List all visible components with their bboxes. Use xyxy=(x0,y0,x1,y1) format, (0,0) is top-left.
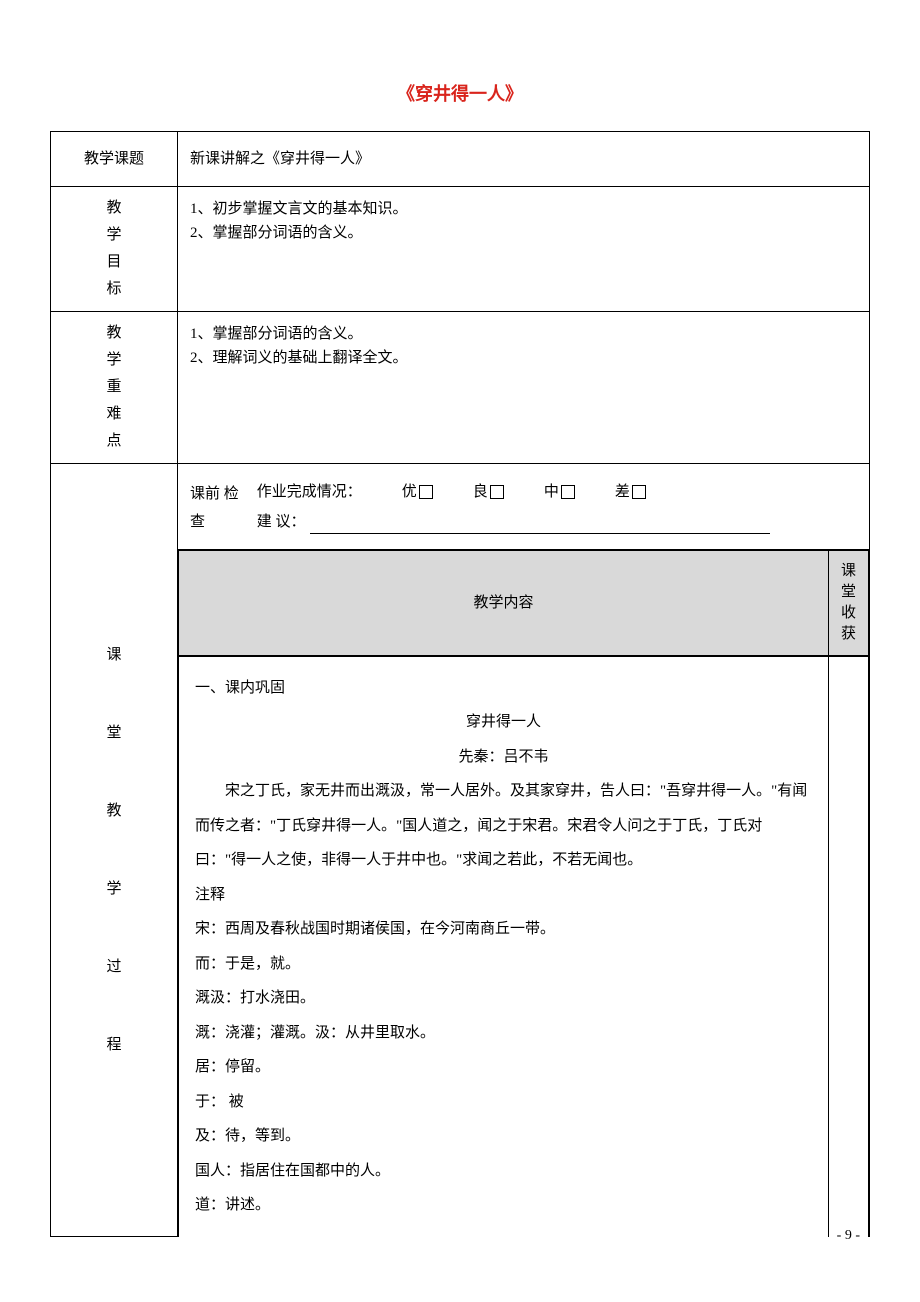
process-row: 课堂教学过程 课前 检查 作业完成情况： 优 良 中 差 建 xyxy=(51,463,870,549)
checkbox-excellent[interactable] xyxy=(419,485,433,499)
difficulties-label: 教学重难点 xyxy=(51,311,178,463)
note-line: 而：于是，就。 xyxy=(195,947,812,982)
poem-author: 先秦：吕不韦 xyxy=(195,740,812,775)
goal-line-1: 1、初步掌握文言文的基本知识。 xyxy=(190,197,857,221)
diff-line-1: 1、掌握部分词语的含义。 xyxy=(190,322,857,346)
note-line: 国人：指居住在国都中的人。 xyxy=(195,1154,812,1189)
diff-line-2: 2、理解词义的基础上翻译全文。 xyxy=(190,346,857,370)
document-title: 《穿井得一人》 xyxy=(50,80,870,109)
checkbox-poor[interactable] xyxy=(632,485,646,499)
poem-title: 穿井得一人 xyxy=(195,705,812,740)
precheck-label: 课前 检查 xyxy=(190,480,239,537)
checkbox-medium[interactable] xyxy=(561,485,575,499)
course-topic-value: 新课讲解之《穿井得一人》 xyxy=(178,131,870,186)
lesson-plan-table: 教学课题 新课讲解之《穿井得一人》 教学目标 1、初步掌握文言文的基本知识。 2… xyxy=(50,131,870,1238)
teaching-content-body: 一、课内巩固 穿井得一人 先秦：吕不韦 宋之丁氏，家无井而出溉汲，常一人居外。及… xyxy=(179,656,829,1237)
difficulties-row: 教学重难点 1、掌握部分词语的含义。 2、理解词义的基础上翻译全文。 xyxy=(51,311,870,463)
note-line: 居：停留。 xyxy=(195,1050,812,1085)
suggestion-line: 建 议： xyxy=(257,510,857,534)
note-line: 溉汲：打水浇田。 xyxy=(195,981,812,1016)
teaching-goals-label: 教学目标 xyxy=(51,186,178,311)
grade-poor: 差 xyxy=(615,480,646,504)
goal-line-2: 2、掌握部分词语的含义。 xyxy=(190,221,857,245)
course-topic-row: 教学课题 新课讲解之《穿井得一人》 xyxy=(51,131,870,186)
course-topic-label: 教学课题 xyxy=(51,131,178,186)
class-harvest-header: 课堂收获 xyxy=(829,550,869,655)
hw-status-label: 作业完成情况： xyxy=(257,480,362,504)
page-number: - 9 - xyxy=(837,1225,860,1247)
grade-excellent: 优 xyxy=(402,480,433,504)
teaching-content-header: 教学内容 xyxy=(179,550,829,655)
precheck-cell: 课前 检查 作业完成情况： 优 良 中 差 建 议： xyxy=(178,463,870,549)
grade-medium: 中 xyxy=(544,480,575,504)
notes-title: 注释 xyxy=(195,878,812,913)
passage-text: 宋之丁氏，家无井而出溉汲，常一人居外。及其家穿井，告人曰："吾穿井得一人。"有闻… xyxy=(195,774,812,878)
note-line: 溉：浇灌；灌溉。汲：从井里取水。 xyxy=(195,1016,812,1051)
grade-good: 良 xyxy=(473,480,504,504)
difficulties-value: 1、掌握部分词语的含义。 2、理解词义的基础上翻译全文。 xyxy=(178,311,870,463)
process-label: 课堂教学过程 xyxy=(51,463,178,1237)
teaching-goals-row: 教学目标 1、初步掌握文言文的基本知识。 2、掌握部分词语的含义。 xyxy=(51,186,870,311)
section-1-title: 一、课内巩固 xyxy=(195,671,812,706)
suggestion-label: 建 议： xyxy=(257,510,306,534)
note-line: 及：待，等到。 xyxy=(195,1119,812,1154)
note-line: 道：讲述。 xyxy=(195,1188,812,1223)
teaching-goals-value: 1、初步掌握文言文的基本知识。 2、掌握部分词语的含义。 xyxy=(178,186,870,311)
note-line: 于： 被 xyxy=(195,1085,812,1120)
suggestion-input-line[interactable] xyxy=(310,516,770,534)
checkbox-good[interactable] xyxy=(490,485,504,499)
homework-status-line: 作业完成情况： 优 良 中 差 xyxy=(257,480,857,504)
note-line: 宋：西周及春秋战国时期诸侯国，在今河南商丘一带。 xyxy=(195,912,812,947)
harvest-column xyxy=(829,656,869,1237)
